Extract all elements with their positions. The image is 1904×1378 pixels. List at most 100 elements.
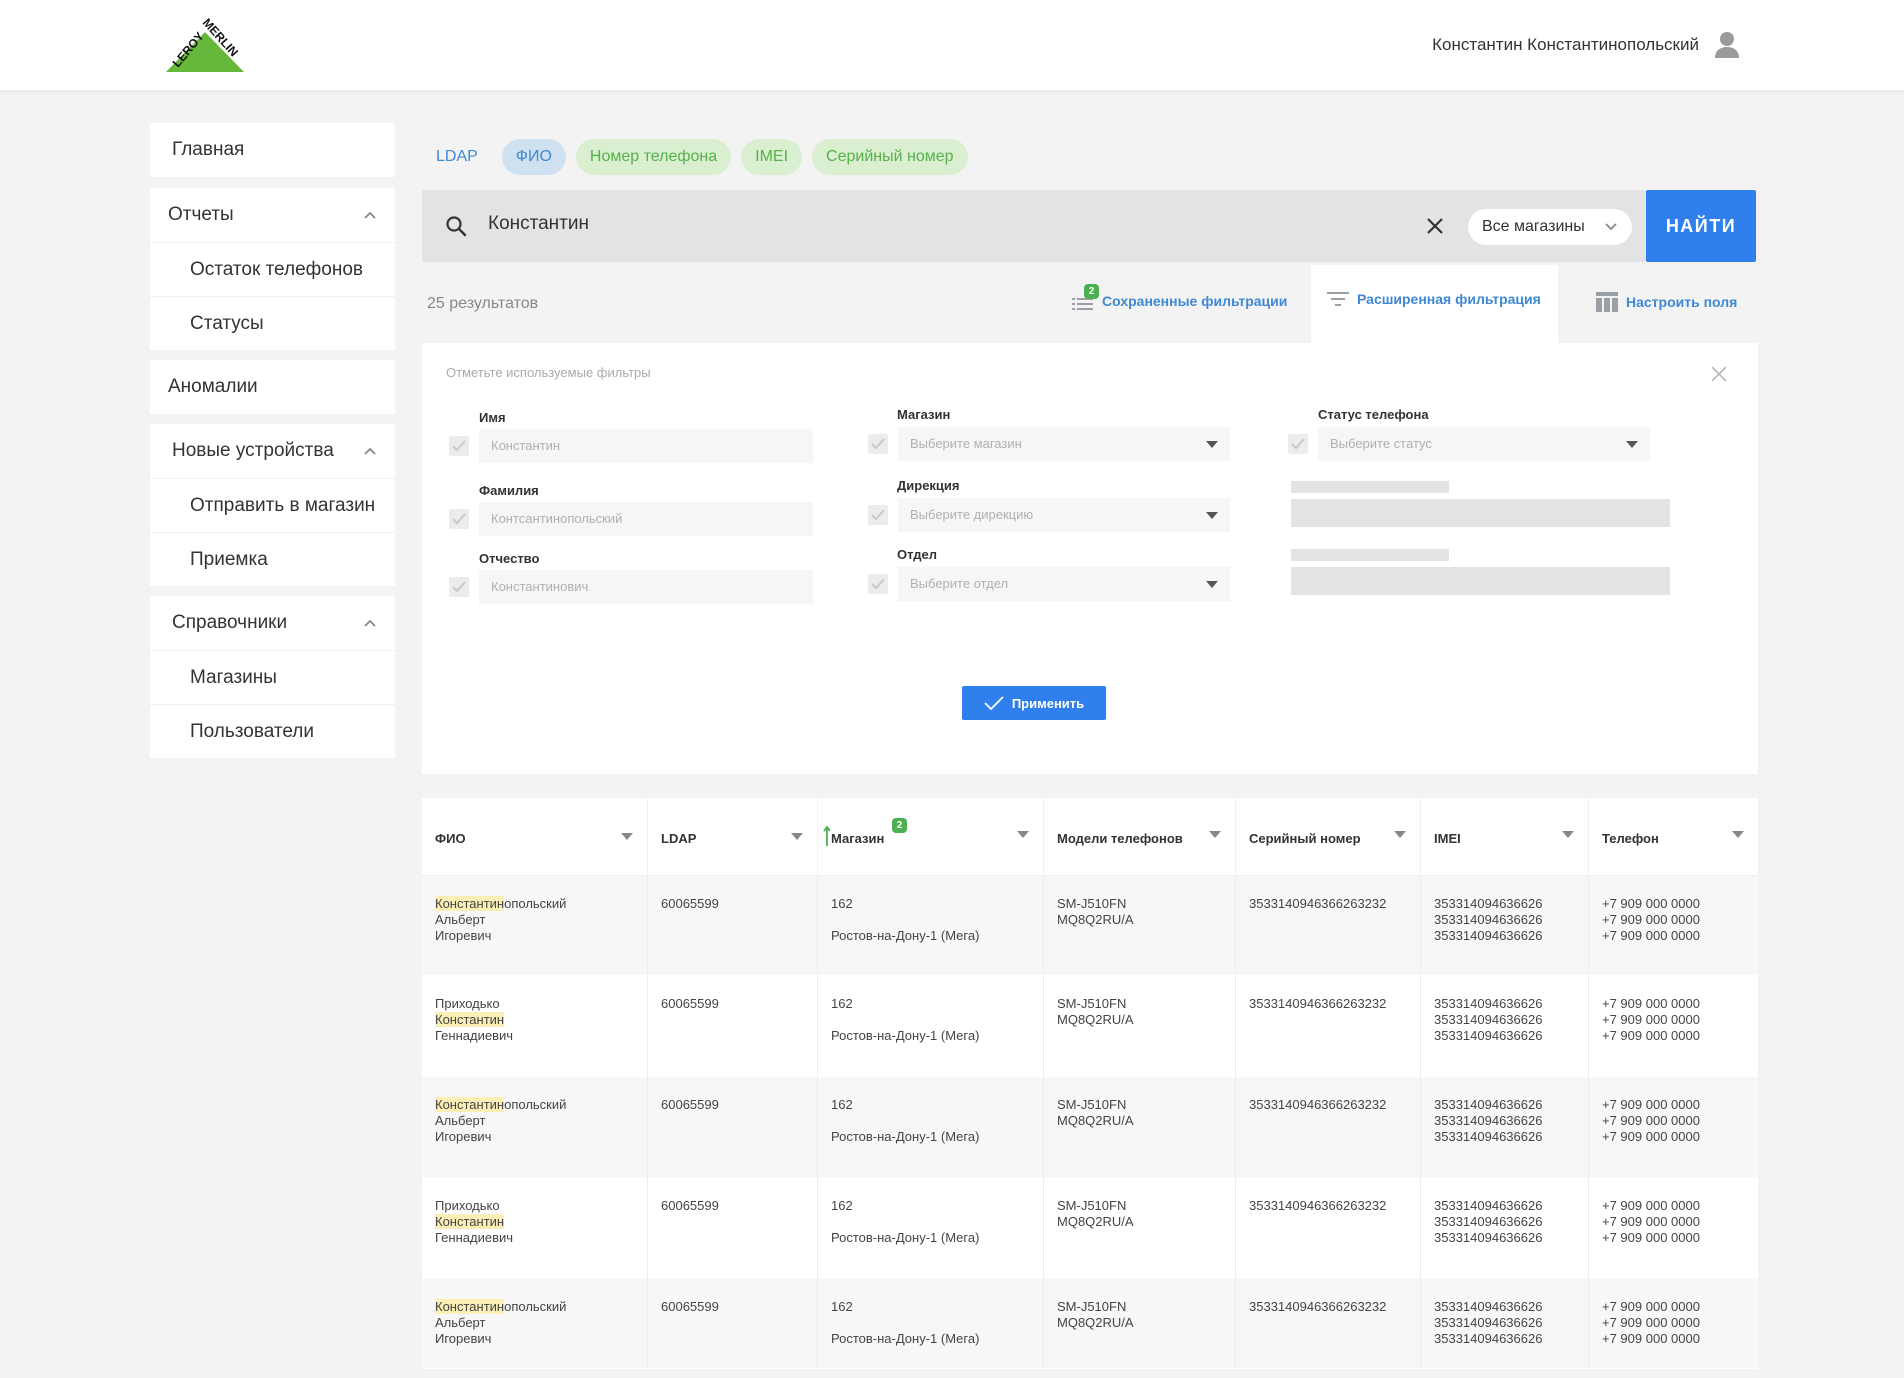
table-row[interactable]: Константинопольский Альберт Игоревич 600655…: [422, 876, 1758, 976]
imei-value: 353314094636626: [1434, 1315, 1543, 1330]
find-button[interactable]: НАЙТИ: [1646, 190, 1756, 262]
table-row[interactable]: Приходько Константин Геннадиевич 60065599 16…: [422, 976, 1758, 1077]
imei-value: 353314094636626: [1434, 928, 1543, 943]
phone-model: SM-J510FN: [1057, 1097, 1127, 1112]
direction-label: Дирекция: [897, 478, 960, 493]
chevron-up-icon[interactable]: [363, 616, 377, 630]
column-header-label: Магазин: [831, 831, 885, 846]
imei-value: 353314094636626: [1434, 1097, 1543, 1112]
imei-value: 353314094636626: [1434, 1028, 1543, 1043]
column-header-imei[interactable]: IMEI: [1421, 798, 1589, 876]
imei-value: 353314094636626: [1434, 896, 1543, 911]
last-name-field[interactable]: Контсантинопольский: [479, 502, 813, 536]
sidebar-item-send-to-store[interactable]: Отправить в магазин: [150, 478, 395, 532]
skeleton-field: [1291, 499, 1670, 527]
fio-first-name: Альберт: [435, 1315, 486, 1330]
tab-serial-number[interactable]: Серийный номер: [812, 139, 968, 175]
sidebar-item-stores[interactable]: Магазины: [150, 650, 395, 704]
caret-down-icon[interactable]: [791, 833, 803, 840]
fio-first-name: Альберт: [435, 912, 486, 927]
leroy-merlin-logo[interactable]: LEROY MERLIN: [160, 18, 250, 74]
tab-imei[interactable]: IMEI: [741, 139, 803, 175]
apply-button[interactable]: Применить: [962, 686, 1106, 720]
cell-ldap: 60065599: [648, 1077, 818, 1177]
department-label: Отдел: [897, 547, 938, 562]
tab-phone-number[interactable]: Номер телефона: [575, 139, 732, 175]
direction-checkbox[interactable]: [868, 505, 888, 525]
caret-down-icon[interactable]: [1394, 831, 1406, 838]
sidebar-item-new-devices[interactable]: Новые устройства: [150, 424, 395, 478]
tab-ldap[interactable]: LDAP: [422, 139, 492, 175]
phone-model: SM-J510FN: [1057, 1198, 1127, 1213]
fio-surname-rest: опольский: [504, 896, 567, 911]
fio-first-name: Альберт: [435, 1113, 486, 1128]
caret-down-icon: [1206, 512, 1218, 519]
fio-surname-rest: опольский: [504, 1097, 567, 1112]
sidebar-item-statuses[interactable]: Статусы: [150, 296, 395, 350]
sidebar-item-acceptance[interactable]: Приемка: [150, 532, 395, 586]
store-name: Ростов-на-Дону-1 (Мега): [831, 1331, 980, 1346]
fio-patronymic: Игоревич: [435, 928, 492, 943]
caret-down-icon[interactable]: [1732, 831, 1744, 838]
sidebar-item-home[interactable]: Главная: [150, 123, 395, 177]
column-header-label: LDAP: [661, 831, 697, 846]
column-header-phone-models[interactable]: Модели телефонов: [1044, 798, 1236, 876]
store-dropdown[interactable]: Выберите магазин: [898, 427, 1230, 461]
department-dropdown[interactable]: Выберите отдел: [898, 567, 1230, 601]
ldap-value: 60065599: [661, 896, 719, 911]
store-checkbox[interactable]: [868, 434, 888, 454]
configure-fields-button[interactable]: Настроить поля: [1596, 292, 1737, 312]
close-icon[interactable]: [1425, 216, 1445, 236]
column-header-store[interactable]: Магазин 2: [818, 798, 1044, 876]
column-header-serial-number[interactable]: Серийный номер: [1236, 798, 1421, 876]
column-header-label: Модели телефонов: [1057, 831, 1183, 846]
cell-imei: 353314094636626 353314094636626 3533140946…: [1421, 1178, 1589, 1278]
chevron-up-icon[interactable]: [363, 444, 377, 458]
column-header-phone[interactable]: Телефон: [1589, 798, 1758, 876]
tab-fio[interactable]: ФИО: [501, 139, 566, 175]
first-name-checkbox[interactable]: [449, 436, 469, 456]
phone-value: +7 909 000 0000: [1602, 912, 1700, 927]
fio-surname: Константинопольский: [435, 1299, 647, 1315]
caret-down-icon[interactable]: [1562, 831, 1574, 838]
saved-filters-button[interactable]: 2 Сохраненные фильтрации: [1072, 284, 1287, 310]
sidebar-item-users[interactable]: Пользователи: [150, 704, 395, 758]
sidebar-item-reports[interactable]: Отчеты: [150, 188, 395, 242]
last-name-checkbox[interactable]: [449, 509, 469, 529]
store-select[interactable]: Все магазины: [1468, 209, 1632, 245]
phone-status-dropdown[interactable]: Выберите статус: [1318, 427, 1650, 461]
column-header-ldap[interactable]: LDAP: [648, 798, 818, 876]
department-dropdown-placeholder: Выберите отдел: [910, 576, 1009, 591]
sidebar-item-references[interactable]: Справочники: [150, 596, 395, 650]
user-avatar-icon[interactable]: [1714, 31, 1740, 59]
direction-dropdown[interactable]: Выберите дирекцию: [898, 498, 1230, 532]
user-name[interactable]: Константин Константинопольский: [1432, 35, 1699, 55]
phone-value: +7 909 000 0000: [1602, 1214, 1700, 1229]
caret-down-icon[interactable]: [1017, 831, 1029, 838]
close-icon[interactable]: [1710, 365, 1728, 383]
phone-value: +7 909 000 0000: [1602, 928, 1700, 943]
sidebar-item-anomalies[interactable]: Аномалии: [150, 360, 395, 414]
last-name-label: Фамилия: [479, 483, 539, 498]
table-row[interactable]: Приходько Константин Геннадиевич 60065599 16…: [422, 1178, 1758, 1279]
sort-ascending-arrow-icon[interactable]: [823, 826, 831, 846]
tab-advanced-filter[interactable]: Расширенная фильтрация: [1311, 265, 1558, 343]
table-row[interactable]: Константинопольский Альберт Игоревич 600655…: [422, 1077, 1758, 1178]
imei-value: 353314094636626: [1434, 1198, 1543, 1213]
patronymic-field[interactable]: Константинович: [479, 570, 813, 604]
phone-value: +7 909 000 0000: [1602, 1315, 1700, 1330]
search-input[interactable]: Константин: [488, 213, 589, 235]
phone-model: MQ8Q2RU/A: [1057, 912, 1134, 927]
store-name: Ростов-на-Дону-1 (Мега): [831, 1230, 980, 1245]
table-row[interactable]: Константинопольский Альберт Игоревич 600655…: [422, 1279, 1758, 1369]
caret-down-icon[interactable]: [621, 833, 633, 840]
phone-status-checkbox[interactable]: [1288, 434, 1308, 454]
first-name-field[interactable]: Константин: [479, 429, 813, 463]
patronymic-checkbox[interactable]: [449, 577, 469, 597]
caret-down-icon[interactable]: [1209, 831, 1221, 838]
department-checkbox[interactable]: [868, 574, 888, 594]
chevron-up-icon[interactable]: [363, 208, 377, 222]
column-header-fio[interactable]: ФИО: [422, 798, 648, 876]
sidebar-item-phone-balance[interactable]: Остаток телефонов: [150, 242, 395, 296]
check-icon: [452, 581, 466, 593]
